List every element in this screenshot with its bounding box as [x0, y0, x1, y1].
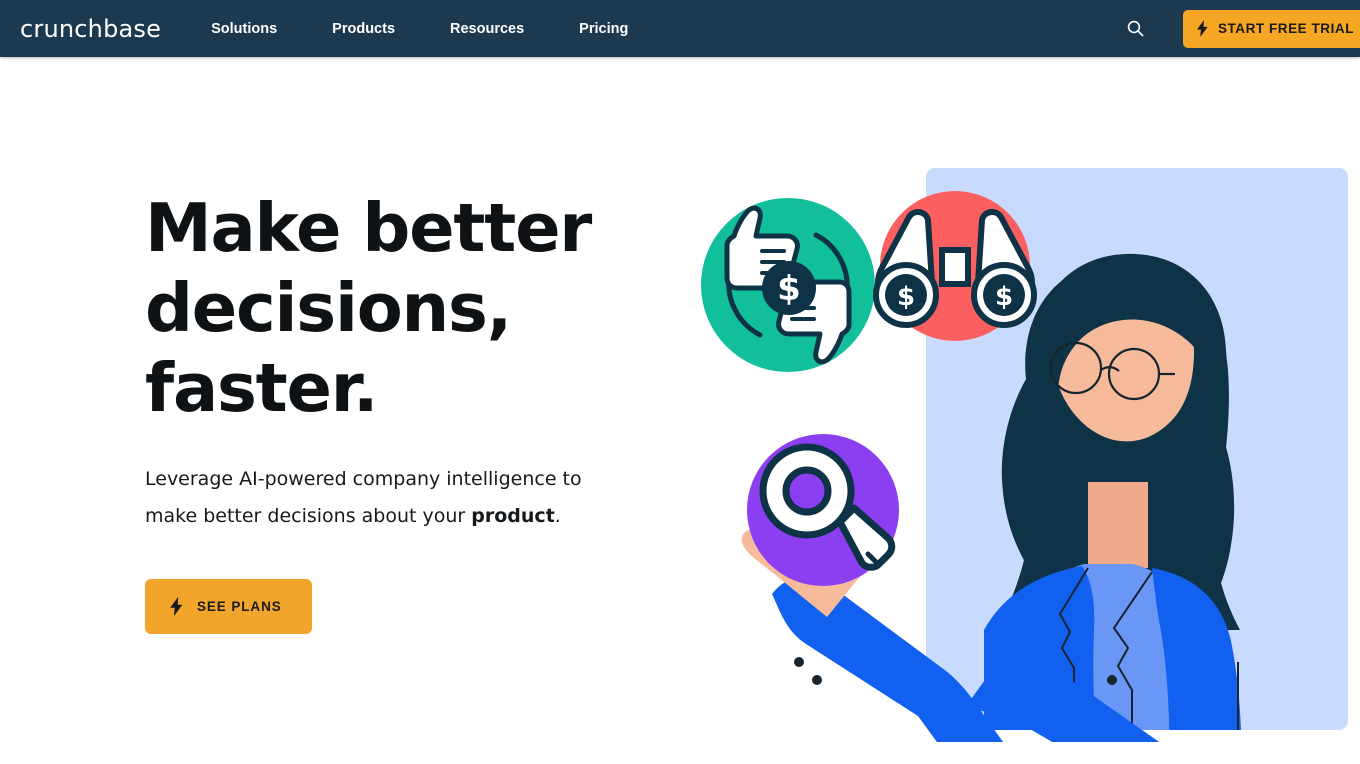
headline-line-1: Make better: [145, 189, 592, 267]
navbar-right-group: START FREE TRIAL: [1119, 0, 1360, 57]
see-plans-label: SEE PLANS: [197, 599, 282, 614]
hero-section: Make better decisions, faster. Leverage …: [0, 57, 1360, 764]
sleeve-cuff-dot: [812, 675, 822, 685]
lightning-bolt-icon: [1196, 20, 1208, 37]
magnifier-badge: [747, 434, 899, 586]
nav-item-pricing[interactable]: Pricing: [579, 13, 628, 45]
search-icon: [1128, 20, 1144, 37]
crunchbase-logo[interactable]: crunchbase: [20, 17, 161, 41]
hero-illustration: $ $ $: [700, 102, 1360, 742]
start-free-trial-button[interactable]: START FREE TRIAL: [1182, 9, 1360, 48]
svg-text:$: $: [995, 282, 1013, 312]
nav-item-products[interactable]: Products: [332, 13, 395, 45]
thumbs-money-badge: $: [701, 198, 875, 372]
dollar-coin-icon: $: [762, 261, 816, 315]
search-button[interactable]: [1119, 12, 1153, 46]
subhead-emphasis: product: [471, 505, 555, 527]
neck: [1088, 482, 1148, 568]
primary-nav: Solutions Products Resources Pricing: [211, 13, 683, 45]
jacket-button: [1107, 675, 1117, 685]
headline-line-2: decisions, faster.: [145, 269, 512, 427]
hero-copy-block: Make better decisions, faster. Leverage …: [145, 188, 705, 634]
start-free-trial-label: START FREE TRIAL: [1217, 21, 1354, 36]
lightning-bolt-icon: [170, 597, 183, 616]
hero-subheadline: Leverage AI-powered company intelligence…: [145, 461, 625, 535]
top-navbar: crunchbase Solutions Products Resources …: [0, 0, 1360, 57]
svg-text:$: $: [897, 282, 915, 312]
nav-item-solutions[interactable]: Solutions: [211, 13, 277, 45]
svg-text:$: $: [777, 269, 801, 309]
page-title: Make better decisions, faster.: [145, 188, 705, 428]
sleeve-cuff-dot: [794, 657, 804, 667]
subhead-suffix: .: [554, 505, 561, 527]
hero-illustration-svg: $ $ $: [701, 168, 1348, 742]
nav-item-resources[interactable]: Resources: [450, 13, 524, 45]
see-plans-button[interactable]: SEE PLANS: [145, 579, 312, 634]
